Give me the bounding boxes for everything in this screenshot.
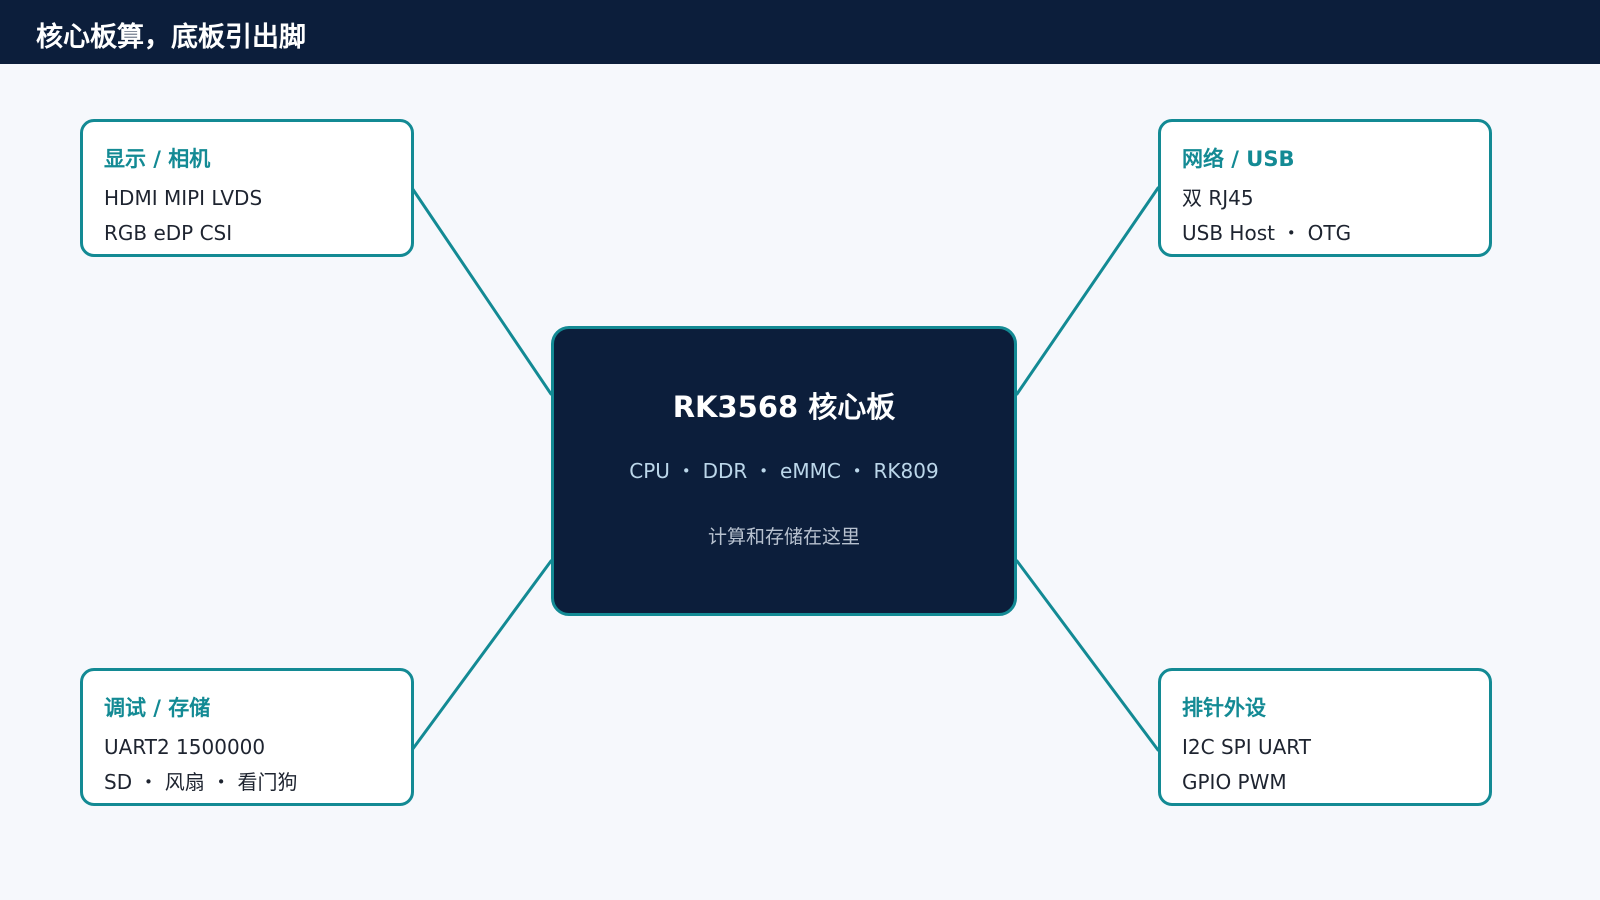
network-usb-line1: 双 RJ45 [1182,186,1254,210]
network-usb-card: 网络 / USB 双 RJ45 USB Host ・ OTG [1158,119,1492,257]
display-camera-title: 显示 / 相机 [104,147,211,171]
core-board-card: RK3568 核心板 CPU ・ DDR ・ eMMC ・ RK809 计算和存… [551,326,1017,616]
connector-network [1015,186,1160,396]
display-camera-card: 显示 / 相机 HDMI MIPI LVDS RGB eDP CSI [80,119,414,257]
display-camera-line1: HDMI MIPI LVDS [104,186,263,210]
network-usb-line2: USB Host ・ OTG [1182,221,1352,245]
network-usb-title: 网络 / USB [1182,147,1295,171]
header-pins-line2: GPIO PWM [1182,770,1287,794]
connector-display [410,186,553,396]
core-board-title: RK3568 核心板 [672,390,896,424]
header-pins-title: 排针外设 [1182,696,1266,720]
debug-storage-line1: UART2 1500000 [104,735,266,759]
debug-storage-card: 调试 / 存储 UART2 1500000 SD ・ 风扇 ・ 看门狗 [80,668,414,806]
connector-header-pins [1015,559,1160,752]
core-board-note: 计算和存储在这里 [707,526,860,548]
core-board-spec: CPU ・ DDR ・ eMMC ・ RK809 [629,459,939,483]
debug-storage-title: 调试 / 存储 [104,696,211,720]
display-camera-line2: RGB eDP CSI [104,221,233,245]
header-pins-line1: I2C SPI UART [1182,735,1311,759]
header-pins-card: 排针外设 I2C SPI UART GPIO PWM [1158,668,1492,806]
connector-debug [410,559,553,752]
debug-storage-line2: SD ・ 风扇 ・ 看门狗 [104,770,298,794]
